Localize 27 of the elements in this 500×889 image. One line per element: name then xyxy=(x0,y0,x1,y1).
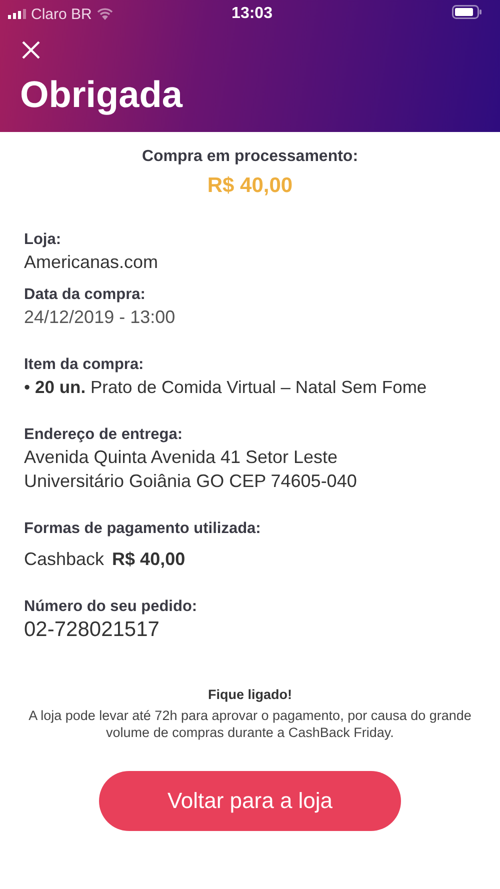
total-amount: R$ 40,00 xyxy=(206,174,294,198)
payment-label: Formas de pagamento utilizada: xyxy=(24,519,262,539)
item-label: Item da compra: xyxy=(24,355,145,375)
date-label: Data da compra: xyxy=(24,285,146,305)
address-label: Endereço de entrega: xyxy=(24,425,184,445)
status-label: Compra em processamento: xyxy=(140,148,360,166)
payment-method: Cashback xyxy=(24,548,104,571)
notice-text: A loja pode levar até 72h para aprovar o pagamento, por causa do grande volume de compras durante a CashBack Friday. xyxy=(28,707,472,741)
back-to-store-button[interactable]: Voltar para a loja xyxy=(99,771,401,831)
store-label: Loja: xyxy=(24,230,62,250)
payment-amount: R$ 40,00 xyxy=(112,548,186,571)
item-line: • 20 un. Prato de Comida Virtual – Natal Sem Fome xyxy=(24,376,428,399)
address-line: Avenida Quinta Avenida 41 Setor Leste xyxy=(24,446,339,469)
signal-icon xyxy=(8,9,26,19)
wifi-icon xyxy=(96,8,113,20)
order-label: Número do seu pedido: xyxy=(24,597,198,617)
purchase-date: 24/12/2019 - 13:00 xyxy=(24,306,176,329)
close-button[interactable] xyxy=(22,41,40,59)
store-name: Americanas.com xyxy=(24,251,160,274)
notice-title: Fique ligado! xyxy=(207,687,293,702)
battery-icon xyxy=(452,4,482,18)
carrier-name: Claro BR xyxy=(31,6,92,22)
status-time: 13:03 xyxy=(232,5,272,23)
close-icon xyxy=(22,41,40,59)
page-title: Obrigada xyxy=(20,73,184,117)
order-number: 02-728021517 xyxy=(24,617,160,643)
address-line: Universitário Goiânia GO CEP 74605-040 xyxy=(24,470,358,493)
